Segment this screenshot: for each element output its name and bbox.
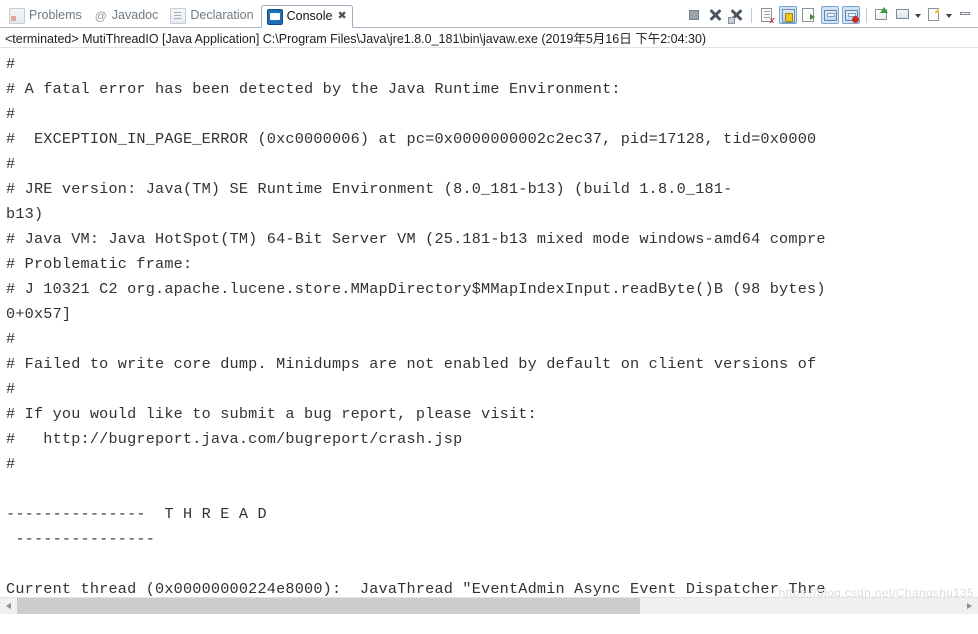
toolbar-separator (751, 7, 752, 23)
tab-list: Problems @ Javadoc Declaration Console ✖ (0, 0, 353, 28)
declaration-icon (170, 7, 187, 24)
view-tab-bar: Problems @ Javadoc Declaration Console ✖… (0, 0, 978, 28)
show-console-on-output-button[interactable] (821, 6, 839, 24)
scroll-lock-button[interactable] (779, 6, 797, 24)
scrollbar-track[interactable] (17, 597, 961, 614)
word-wrap-button[interactable] (800, 6, 818, 24)
javadoc-icon: @ (94, 8, 107, 23)
chevron-down-icon-2[interactable] (946, 6, 953, 24)
toolbar-separator-2 (866, 7, 867, 23)
tab-problems[interactable]: Problems (4, 4, 89, 27)
scroll-left-arrow-icon[interactable] (0, 598, 17, 615)
show-console-on-error-button[interactable] (842, 6, 860, 24)
scroll-right-arrow-icon[interactable] (961, 598, 978, 615)
tab-javadoc-label: Javadoc (111, 8, 159, 23)
clear-console-button[interactable]: x (758, 6, 776, 25)
close-icon[interactable]: ✖ (336, 11, 347, 22)
tab-declaration[interactable]: Declaration (165, 4, 260, 27)
tab-declaration-label: Declaration (190, 8, 254, 23)
display-selected-console-button[interactable] (894, 6, 912, 24)
console-text: # # A fatal error has been detected by t… (6, 55, 826, 598)
minimize-button[interactable] (956, 6, 974, 24)
tab-javadoc[interactable]: @ Javadoc (89, 4, 166, 27)
process-description: <terminated> MutiThreadIO [Java Applicat… (0, 28, 978, 48)
chevron-down-icon[interactable] (915, 6, 922, 24)
problems-icon (9, 7, 25, 24)
console-icon (266, 8, 283, 25)
tab-console[interactable]: Console ✖ (260, 5, 353, 28)
console-output-area[interactable]: # # A fatal error has been detected by t… (0, 48, 978, 614)
pin-console-button[interactable] (873, 6, 891, 24)
remove-all-terminated-button[interactable] (727, 6, 745, 24)
remove-launch-button[interactable] (706, 6, 724, 24)
terminate-button[interactable] (685, 6, 703, 24)
console-toolbar: x (685, 6, 974, 25)
scrollbar-thumb[interactable] (17, 597, 641, 614)
tab-console-label: Console (286, 9, 333, 24)
tab-problems-label: Problems (29, 8, 82, 23)
open-console-button[interactable] (925, 6, 943, 24)
horizontal-scrollbar[interactable] (0, 597, 978, 614)
